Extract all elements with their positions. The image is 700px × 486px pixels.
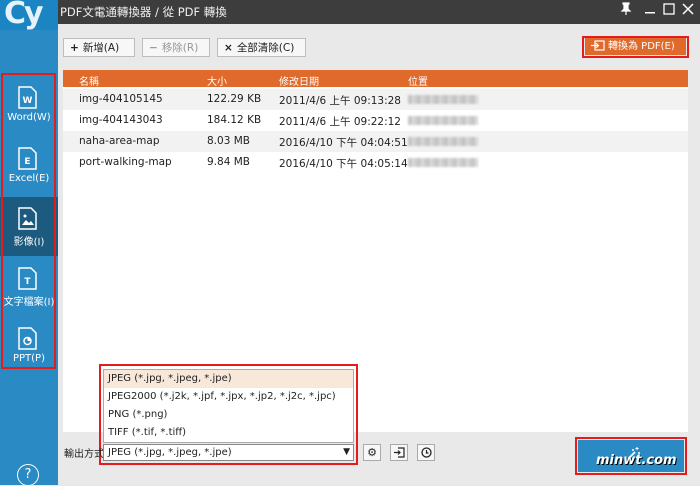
minus-icon: − — [149, 42, 158, 54]
help-icon[interactable]: ? — [17, 464, 39, 486]
file-name: port-walking-map — [79, 156, 172, 168]
export-icon — [393, 447, 405, 458]
gear-icon: ⚙ — [367, 446, 377, 459]
table-row[interactable]: port-walking-map 9.84 MB 2016/4/10 下午 04… — [63, 152, 688, 173]
remove-button[interactable]: − 移除(R) — [142, 38, 210, 57]
file-size: 122.29 KB — [207, 93, 262, 105]
file-date: 2016/4/10 下午 04:04:51 — [279, 137, 408, 149]
format-option-png[interactable]: PNG (*.png) — [104, 406, 353, 424]
file-name: img-404143043 — [79, 114, 163, 126]
file-location-blurred — [408, 116, 478, 125]
clear-all-button[interactable]: × 全部清除(C) — [217, 38, 306, 57]
add-button[interactable]: + 新增(A) — [63, 38, 135, 57]
clock-icon — [420, 447, 432, 458]
watermark-text: minwt.com — [596, 453, 677, 468]
column-header-size[interactable]: 大小 — [207, 73, 227, 88]
remove-button-label: 移除(R) — [161, 42, 199, 54]
output-format-value: JPEG (*.jpg, *.jpeg, *.jpe) — [108, 447, 232, 458]
x-icon: × — [224, 42, 233, 54]
window-title: PDF文電通轉換器 / 從 PDF 轉換 — [60, 5, 227, 19]
file-name: naha-area-map — [79, 135, 160, 147]
chevron-down-icon: ▼ — [343, 447, 350, 457]
sidebar-highlight — [1, 73, 56, 369]
column-header-date[interactable]: 修改日期 — [279, 73, 319, 88]
file-location-blurred — [408, 95, 478, 104]
clear-all-button-label: 全部清除(C) — [236, 42, 295, 54]
convert-to-pdf-button[interactable]: 轉換為 PDF(E) — [585, 38, 686, 55]
file-date: 2011/4/6 上午 09:22:12 — [279, 116, 401, 128]
file-location-blurred — [408, 137, 478, 146]
file-size: 184.12 KB — [207, 114, 262, 126]
table-row[interactable]: img-404105145 122.29 KB 2011/4/6 上午 09:1… — [63, 89, 688, 110]
settings-button[interactable]: ⚙ — [363, 444, 381, 461]
output-format-options: JPEG (*.jpg, *.jpeg, *.jpe) JPEG2000 (*.… — [103, 369, 354, 443]
title-bar: PDF文電通轉換器 / 從 PDF 轉換 — [0, 0, 700, 24]
minimize-icon[interactable] — [640, 2, 660, 22]
table-row[interactable]: naha-area-map 8.03 MB 2016/4/10 下午 04:04… — [63, 131, 688, 152]
app-logo: Cy — [0, 0, 58, 31]
logo-text: Cy — [4, 0, 44, 31]
table-row[interactable]: img-404143043 184.12 KB 2011/4/6 上午 09:2… — [63, 110, 688, 131]
history-button[interactable] — [417, 444, 435, 461]
plus-icon: + — [70, 42, 79, 54]
format-option-jpeg[interactable]: JPEG (*.jpg, *.jpeg, *.jpe) — [104, 370, 353, 388]
column-header-location[interactable]: 位置 — [408, 73, 428, 88]
file-location-blurred — [408, 158, 478, 167]
column-header-name[interactable]: 名稱 — [79, 73, 99, 88]
pin-icon[interactable] — [616, 2, 636, 22]
output-format-select[interactable]: JPEG (*.jpg, *.jpeg, *.jpe) ▼ — [103, 444, 354, 461]
output-format-label: 輸出方式 — [64, 449, 104, 460]
file-table: 名稱 大小 修改日期 位置 img-404105145 122.29 KB 20… — [63, 70, 688, 174]
close-icon[interactable] — [678, 2, 698, 22]
file-date: 2016/4/10 下午 04:05:14 — [279, 158, 408, 170]
file-size: 9.84 MB — [207, 156, 250, 168]
file-date: 2011/4/6 上午 09:13:28 — [279, 95, 401, 107]
file-name: img-404105145 — [79, 93, 163, 105]
format-option-tiff[interactable]: TIFF (*.tif, *.tiff) — [104, 424, 353, 442]
file-size: 8.03 MB — [207, 135, 250, 147]
table-header: 名稱 大小 修改日期 位置 — [63, 70, 688, 88]
convert-icon — [591, 40, 605, 51]
output-folder-button[interactable] — [390, 444, 408, 461]
convert-button-label: 轉換為 PDF(E) — [608, 41, 675, 52]
maximize-icon[interactable] — [659, 2, 679, 22]
format-option-jpeg2000[interactable]: JPEG2000 (*.j2k, *.jpf, *.jpx, *.jp2, *.… — [104, 388, 353, 406]
add-button-label: 新增(A) — [82, 42, 120, 54]
